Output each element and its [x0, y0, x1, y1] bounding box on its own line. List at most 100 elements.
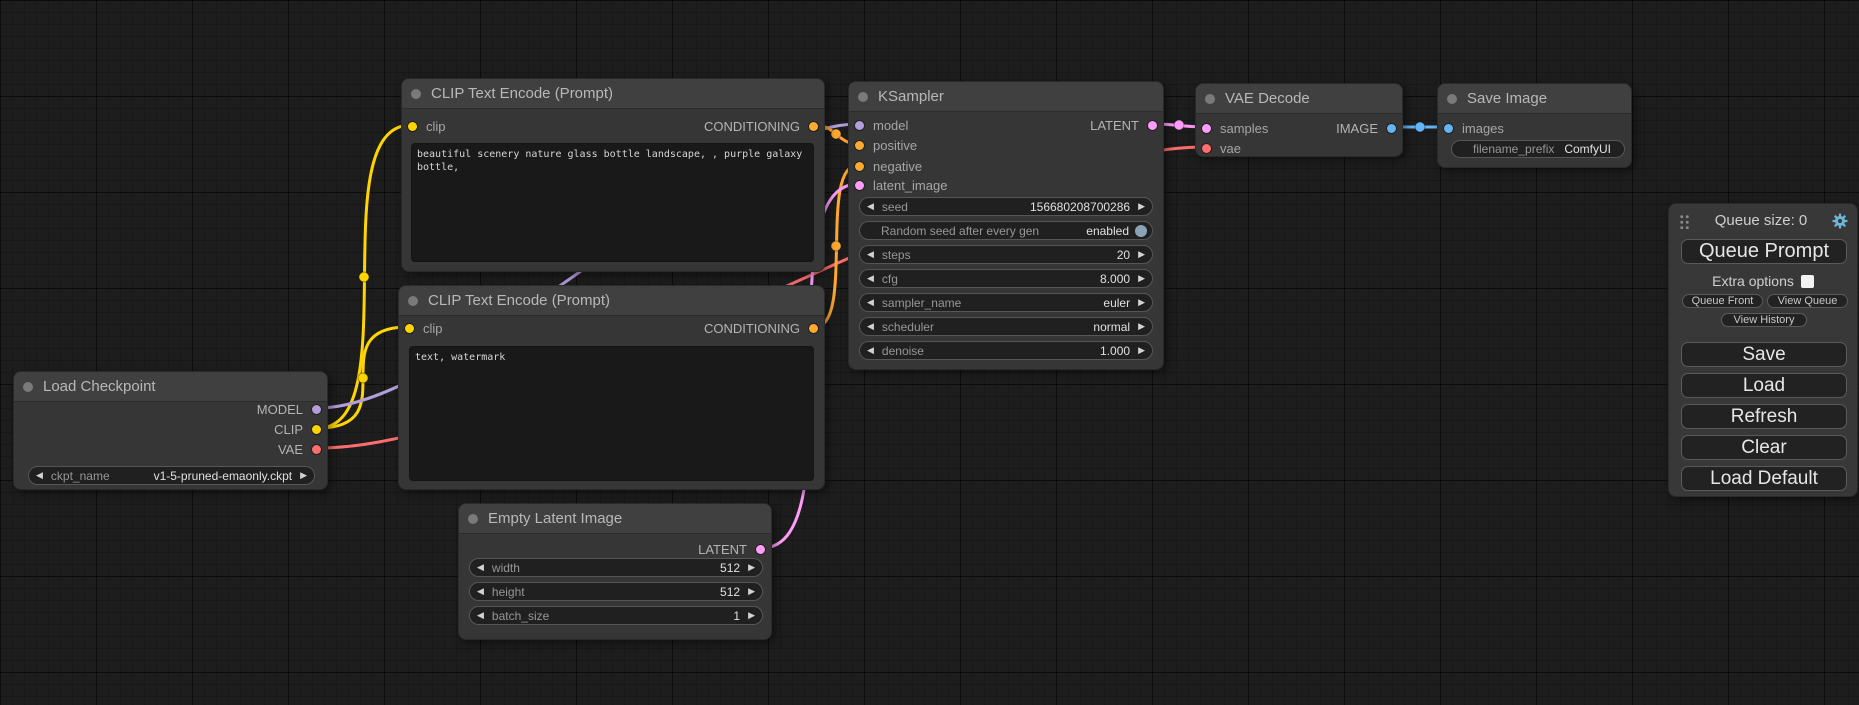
port-latent-image-input[interactable]: latent_image: [855, 176, 947, 194]
settings-gear-icon[interactable]: [1832, 213, 1848, 229]
width-widget[interactable]: ◀ width 512 ▶: [469, 558, 763, 577]
node-titlebar[interactable]: CLIP Text Encode (Prompt): [402, 79, 824, 109]
view-queue-button[interactable]: View Queue: [1767, 294, 1848, 308]
clip-port-dot[interactable]: [405, 324, 414, 333]
latent-port-dot[interactable]: [1148, 121, 1157, 130]
decrement-arrow-icon[interactable]: ◀: [867, 202, 874, 211]
port-positive-input[interactable]: positive: [855, 136, 917, 154]
node-empty-latent-image[interactable]: Empty Latent Image LATENT ◀ width 512 ▶ …: [458, 503, 772, 640]
clear-button[interactable]: Clear: [1681, 435, 1847, 460]
image-port-dot[interactable]: [1444, 124, 1453, 133]
decrement-arrow-icon[interactable]: ◀: [477, 563, 484, 572]
decrement-arrow-icon[interactable]: ◀: [867, 322, 874, 331]
port-model-input[interactable]: model: [855, 116, 908, 134]
sampler-name-widget[interactable]: ◀ sampler_name euler ▶: [859, 293, 1153, 312]
negative-prompt-textarea[interactable]: text, watermark: [409, 346, 814, 481]
increment-arrow-icon[interactable]: ▶: [748, 587, 755, 596]
increment-arrow-icon[interactable]: ▶: [1138, 298, 1145, 307]
port-image-output[interactable]: IMAGE: [1336, 119, 1396, 137]
refresh-button[interactable]: Refresh: [1681, 404, 1847, 429]
port-clip-output[interactable]: CLIP: [274, 420, 321, 438]
collapse-dot-icon[interactable]: [1205, 94, 1215, 104]
decrement-arrow-icon[interactable]: ◀: [867, 274, 874, 283]
conditioning-port-dot[interactable]: [855, 162, 864, 171]
steps-widget[interactable]: ◀ steps 20 ▶: [859, 245, 1153, 264]
image-port-dot[interactable]: [1387, 124, 1396, 133]
batch-size-widget[interactable]: ◀ batch_size 1 ▶: [469, 606, 763, 625]
load-default-button[interactable]: Load Default: [1681, 466, 1847, 491]
vae-port-dot[interactable]: [312, 445, 321, 454]
port-negative-input[interactable]: negative: [855, 157, 922, 175]
clip-port-dot[interactable]: [408, 122, 417, 131]
extra-options-checkbox[interactable]: [1801, 275, 1814, 288]
collapse-dot-icon[interactable]: [408, 296, 418, 306]
collapse-dot-icon[interactable]: [23, 382, 33, 392]
node-vae-decode[interactable]: VAE Decode samples vae IMAGE: [1195, 83, 1403, 157]
conditioning-port-dot[interactable]: [809, 324, 818, 333]
queue-front-button[interactable]: Queue Front: [1682, 294, 1763, 308]
queue-prompt-button[interactable]: Queue Prompt: [1681, 239, 1847, 264]
vae-port-dot[interactable]: [1202, 144, 1211, 153]
increment-arrow-icon[interactable]: ▶: [1138, 202, 1145, 211]
load-button[interactable]: Load: [1681, 373, 1847, 398]
decrement-arrow-icon[interactable]: ◀: [867, 298, 874, 307]
collapse-dot-icon[interactable]: [1447, 94, 1457, 104]
node-titlebar[interactable]: Save Image: [1438, 84, 1631, 114]
collapse-dot-icon[interactable]: [858, 92, 868, 102]
filename-prefix-widget[interactable]: filename_prefix ComfyUI: [1451, 140, 1625, 158]
node-titlebar[interactable]: Empty Latent Image: [459, 504, 771, 534]
port-model-output[interactable]: MODEL: [257, 400, 321, 418]
node-titlebar[interactable]: KSampler: [849, 82, 1163, 112]
port-conditioning-output[interactable]: CONDITIONING: [704, 319, 818, 337]
increment-arrow-icon[interactable]: ▶: [1138, 346, 1145, 355]
increment-arrow-icon[interactable]: ▶: [300, 471, 307, 480]
port-vae-output[interactable]: VAE: [278, 440, 321, 458]
positive-prompt-textarea[interactable]: beautiful scenery nature glass bottle la…: [411, 143, 814, 262]
node-save-image[interactable]: Save Image images filename_prefix ComfyU…: [1437, 83, 1632, 168]
model-port-dot[interactable]: [855, 121, 864, 130]
latent-port-dot[interactable]: [756, 545, 765, 554]
node-ksampler[interactable]: KSampler model positive negative latent_…: [848, 81, 1164, 370]
port-images-input[interactable]: images: [1444, 119, 1504, 137]
conditioning-port-dot[interactable]: [809, 122, 818, 131]
decrement-arrow-icon[interactable]: ◀: [36, 471, 43, 480]
collapse-dot-icon[interactable]: [411, 89, 421, 99]
decrement-arrow-icon[interactable]: ◀: [867, 346, 874, 355]
decrement-arrow-icon[interactable]: ◀: [477, 611, 484, 620]
increment-arrow-icon[interactable]: ▶: [1138, 250, 1145, 259]
port-clip-input[interactable]: clip: [405, 319, 443, 337]
port-conditioning-output[interactable]: CONDITIONING: [704, 117, 818, 135]
node-load-checkpoint[interactable]: Load Checkpoint MODEL CLIP VAE ◀ ckpt_na…: [13, 371, 328, 490]
increment-arrow-icon[interactable]: ▶: [748, 611, 755, 620]
cfg-widget[interactable]: ◀ cfg 8.000 ▶: [859, 269, 1153, 288]
increment-arrow-icon[interactable]: ▶: [1138, 274, 1145, 283]
random-seed-toggle-widget[interactable]: Random seed after every gen enabled: [859, 221, 1153, 240]
toggle-enabled-icon[interactable]: [1135, 225, 1147, 237]
clip-port-dot[interactable]: [312, 425, 321, 434]
denoise-widget[interactable]: ◀ denoise 1.000 ▶: [859, 341, 1153, 360]
model-port-dot[interactable]: [312, 405, 321, 414]
save-button[interactable]: Save: [1681, 342, 1847, 367]
latent-port-dot[interactable]: [855, 181, 864, 190]
node-titlebar[interactable]: Load Checkpoint: [14, 372, 327, 402]
port-latent-output[interactable]: LATENT: [698, 540, 765, 558]
view-history-button[interactable]: View History: [1721, 313, 1807, 327]
node-titlebar[interactable]: CLIP Text Encode (Prompt): [399, 286, 824, 316]
scheduler-widget[interactable]: ◀ scheduler normal ▶: [859, 317, 1153, 336]
increment-arrow-icon[interactable]: ▶: [748, 563, 755, 572]
port-vae-input[interactable]: vae: [1202, 139, 1241, 157]
conditioning-port-dot[interactable]: [855, 141, 864, 150]
port-latent-output[interactable]: LATENT: [1090, 116, 1157, 134]
port-clip-input[interactable]: clip: [408, 117, 446, 135]
port-samples-input[interactable]: samples: [1202, 119, 1268, 137]
decrement-arrow-icon[interactable]: ◀: [867, 250, 874, 259]
seed-widget[interactable]: ◀ seed 156680208700286 ▶: [859, 197, 1153, 216]
drag-handle-icon[interactable]: [1679, 213, 1690, 229]
decrement-arrow-icon[interactable]: ◀: [477, 587, 484, 596]
node-clip-text-encode-positive[interactable]: CLIP Text Encode (Prompt) clip CONDITION…: [401, 78, 825, 272]
height-widget[interactable]: ◀ height 512 ▶: [469, 582, 763, 601]
node-titlebar[interactable]: VAE Decode: [1196, 84, 1402, 114]
latent-port-dot[interactable]: [1202, 124, 1211, 133]
collapse-dot-icon[interactable]: [468, 514, 478, 524]
ckpt-name-widget[interactable]: ◀ ckpt_name v1-5-pruned-emaonly.ckpt ▶: [28, 466, 315, 485]
